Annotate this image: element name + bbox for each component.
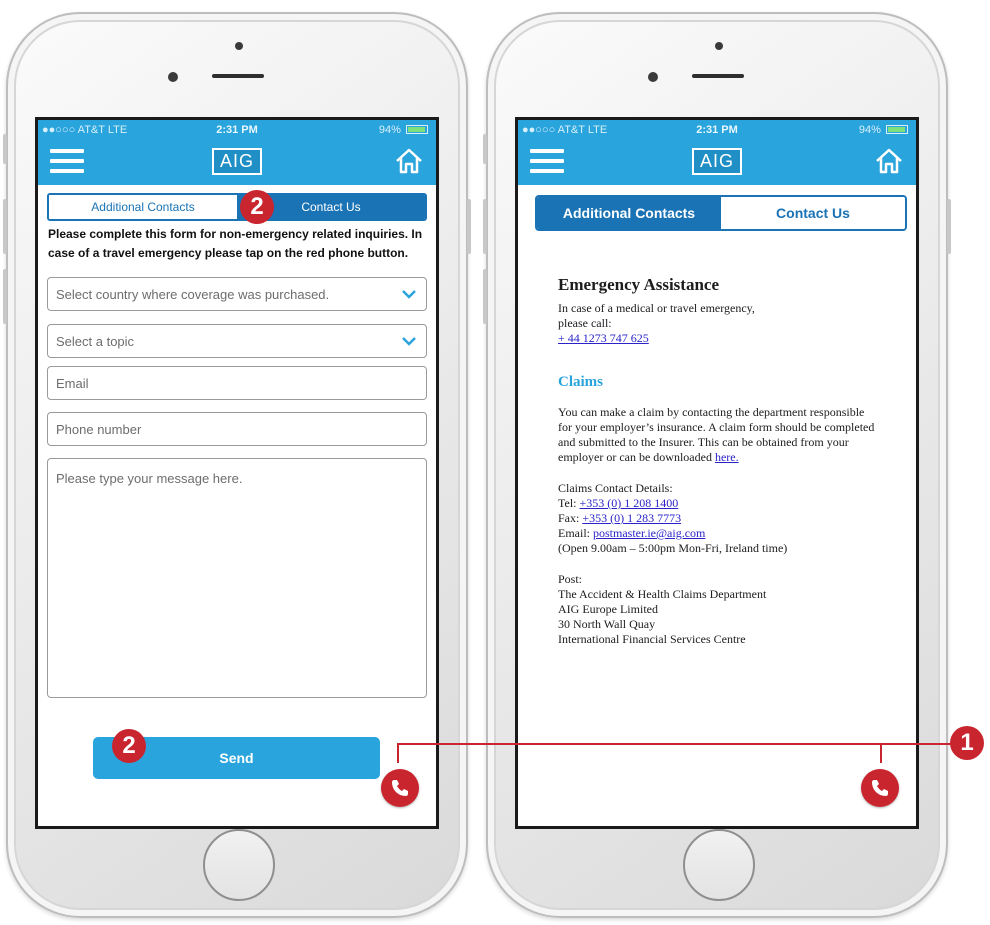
country-select-placeholder: Select country where coverage was purcha… <box>56 286 330 302</box>
phone-number-field[interactable]: Phone number <box>47 412 427 446</box>
postal-address: Post: The Accident & Health Claims Depar… <box>558 572 878 647</box>
aig-logo: AIG <box>691 148 743 175</box>
claims-heading: Claims <box>558 374 603 390</box>
proximity-sensor <box>235 42 243 50</box>
emergency-text: In case of a medical or travel emergency… <box>558 301 878 346</box>
volume-down-button <box>483 269 487 324</box>
home-icon[interactable] <box>874 147 904 175</box>
earpiece-speaker <box>692 74 744 78</box>
emergency-assistance-heading: Emergency Assistance <box>558 275 720 294</box>
callout-badge-2-tab: 2 <box>240 190 274 224</box>
emergency-text-line-1: In case of a medical or travel emergency… <box>558 301 755 315</box>
mute-switch <box>3 134 7 164</box>
earpiece-speaker <box>212 74 264 78</box>
home-button[interactable] <box>203 829 275 901</box>
screen-additional-contacts: ●●○○○ AT&T LTE 2:31 PM 94% AIG Additiona… <box>515 117 919 829</box>
aig-logo: AIG <box>211 148 263 175</box>
power-button <box>947 199 951 254</box>
message-placeholder: Please type your message here. <box>56 471 243 486</box>
emergency-text-line-2: please call: <box>558 316 612 330</box>
form-instructions: Please complete this form for non-emerge… <box>48 227 423 260</box>
phone-icon <box>872 780 888 796</box>
volume-up-button <box>3 199 7 254</box>
tel-link[interactable]: +353 (0) 1 208 1400 <box>580 496 679 510</box>
status-bar: ●●○○○ AT&T LTE 2:31 PM 94% <box>38 120 436 139</box>
home-icon[interactable] <box>394 147 424 175</box>
front-camera <box>648 72 658 82</box>
callout-connector-left-tick <box>397 743 399 763</box>
power-button <box>467 199 471 254</box>
tab-bar: Additional Contacts Contact Us <box>535 195 907 231</box>
topic-select[interactable]: Select a topic <box>47 324 427 358</box>
post-label: Post: <box>558 572 583 586</box>
app-header: AIG <box>38 139 436 185</box>
country-select[interactable]: Select country where coverage was purcha… <box>47 277 427 311</box>
callout-badge-1: 1 <box>950 726 984 760</box>
proximity-sensor <box>715 42 723 50</box>
fax-link[interactable]: +353 (0) 1 283 7773 <box>582 511 681 525</box>
contacts-content: Emergency Assistance In case of a medica… <box>558 275 878 647</box>
front-camera <box>168 72 178 82</box>
post-line-3: 30 North Wall Quay <box>558 617 656 631</box>
mute-switch <box>483 134 487 164</box>
callout-connector-line <box>397 743 951 745</box>
tab-additional-contacts[interactable]: Additional Contacts <box>537 197 721 229</box>
phone-frame-left: ●●○○○ AT&T LTE 2:31 PM 94% AIG Additiona… <box>3 12 471 918</box>
hamburger-menu-icon[interactable] <box>530 149 564 173</box>
message-textarea[interactable]: Please type your message here. <box>47 458 427 698</box>
battery-percent: 94% <box>378 123 401 136</box>
email-field-placeholder: Email <box>56 375 89 391</box>
status-bar: ●●○○○ AT&T LTE 2:31 PM 94% <box>518 120 916 139</box>
contact-details-label: Claims Contact Details: <box>558 481 673 495</box>
home-button[interactable] <box>683 829 755 901</box>
battery-icon <box>886 125 908 135</box>
phone-icon <box>392 780 408 796</box>
post-line-2: AIG Europe Limited <box>558 602 658 616</box>
volume-down-button <box>3 269 7 324</box>
battery-icon <box>406 125 428 135</box>
screen-contact-us: ●●○○○ AT&T LTE 2:31 PM 94% AIG Additiona… <box>35 117 439 829</box>
tab-bar: Additional Contacts Contact Us <box>47 193 427 221</box>
hamburger-menu-icon[interactable] <box>50 149 84 173</box>
carrier-label: ●●○○○ AT&T LTE <box>42 123 128 136</box>
emergency-phone-link[interactable]: + 44 1273 747 625 <box>558 331 649 345</box>
volume-up-button <box>483 199 487 254</box>
chevron-down-icon <box>402 290 416 299</box>
topic-select-placeholder: Select a topic <box>56 333 135 349</box>
carrier-label: ●●○○○ AT&T LTE <box>522 123 608 136</box>
app-header: AIG <box>518 139 916 185</box>
claims-paragraph: You can make a claim by contacting the d… <box>558 405 878 465</box>
chevron-down-icon <box>402 337 416 346</box>
post-line-1: The Accident & Health Claims Department <box>558 587 767 601</box>
fax-label: Fax: <box>558 511 580 525</box>
tab-contact-us[interactable]: Contact Us <box>721 197 905 229</box>
emergency-call-button[interactable] <box>381 769 419 807</box>
phone-number-placeholder: Phone number <box>56 421 142 437</box>
callout-connector-right-tick <box>880 743 882 763</box>
email-field[interactable]: Email <box>47 366 427 400</box>
tel-label: Tel: <box>558 496 577 510</box>
battery-percent: 94% <box>858 123 881 136</box>
claims-contact-details: Claims Contact Details: Tel: +353 (0) 1 … <box>558 481 878 556</box>
battery-indicator: 94% <box>859 124 908 136</box>
emergency-call-button[interactable] <box>861 769 899 807</box>
battery-indicator: 94% <box>379 124 428 136</box>
email-label: Email: <box>558 526 590 540</box>
phone-frame-right: ●●○○○ AT&T LTE 2:31 PM 94% AIG Additiona… <box>483 12 951 918</box>
email-link[interactable]: postmaster.ie@aig.com <box>593 526 705 540</box>
tab-additional-contacts[interactable]: Additional Contacts <box>49 195 237 219</box>
office-hours: (Open 9.00am – 5:00pm Mon-Fri, Ireland t… <box>558 541 788 555</box>
callout-badge-2-send: 2 <box>112 729 146 763</box>
post-line-4: International Financial Services Centre <box>558 632 746 646</box>
claims-download-link[interactable]: here. <box>715 450 739 464</box>
